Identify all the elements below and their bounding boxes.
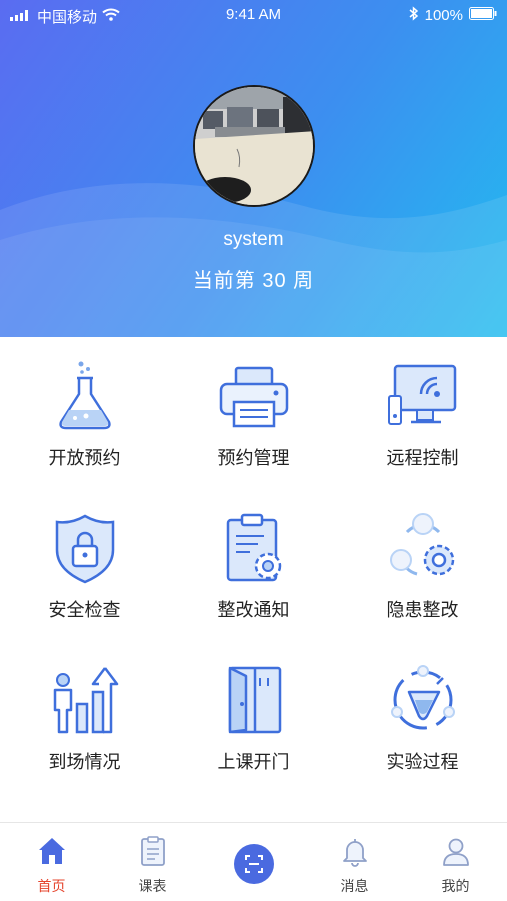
username: system [223,229,284,250]
shield-lock-icon [49,512,121,584]
grid-item-booking-management[interactable]: 预约管理 [169,338,338,488]
experiment-process-icon [387,664,459,736]
status-bar: 中国移动 9:41 AM 100% [0,0,507,30]
grid-item-label: 到场情况 [48,752,121,772]
grid-item-attendance[interactable]: 到场情况 [0,642,169,792]
tab-label: 课表 [138,878,167,894]
grid-item-open-classroom[interactable]: 上课开门 [169,642,338,792]
grid-item-safety-inspection[interactable]: 安全检查 [0,490,169,640]
schedule-icon [137,835,169,867]
grid-item-open-booking[interactable]: 开放预约 [0,338,169,488]
avatar[interactable] [193,85,315,207]
grid-item-hazard-rectification[interactable]: 隐患整改 [338,490,507,640]
grid-item-label: 安全检查 [48,600,121,620]
tab-label: 消息 [340,878,369,894]
grid-item-label: 开放预约 [48,448,121,468]
door-icon [218,664,290,736]
tab-label: 首页 [37,878,66,894]
user-icon [440,835,472,867]
scan-icon [245,855,263,873]
tab-home[interactable]: 首页 [1,823,102,901]
current-week: 当前第 30 周 [192,270,315,292]
home-icon [36,835,68,867]
bell-icon [339,835,371,867]
scan-button[interactable] [234,844,274,884]
battery-percent: 100% [424,7,463,24]
cycle-gear-icon [387,512,459,584]
grid-item-remote-control[interactable]: 远程控制 [338,338,507,488]
bluetooth-icon [409,6,419,25]
grid-item-rectification-notice[interactable]: 整改通知 [169,490,338,640]
grid-item-experiment-process[interactable]: 实验过程 [338,642,507,792]
tab-label: 我的 [441,878,470,894]
tab-mine[interactable]: 我的 [405,823,506,901]
profile-header: 中国移动 9:41 AM 100% system 当前第 30 周 [0,0,507,337]
grid-item-label: 实验过程 [386,752,459,772]
avatar-photo [195,87,313,205]
tab-messages[interactable]: 消息 [304,823,405,901]
attendance-chart-icon [49,664,121,736]
tab-schedule[interactable]: 课表 [102,823,203,901]
grid-item-label: 隐患整改 [386,600,459,620]
grid-item-label: 预约管理 [217,448,290,468]
monitor-wireless-icon [387,360,459,432]
battery-icon [469,7,497,24]
flask-icon [49,360,121,432]
grid-item-label: 整改通知 [217,600,290,620]
grid-item-label: 上课开门 [217,752,290,772]
grid-item-label: 远程控制 [386,448,459,468]
printer-icon [218,360,290,432]
clipboard-gear-icon [218,512,290,584]
